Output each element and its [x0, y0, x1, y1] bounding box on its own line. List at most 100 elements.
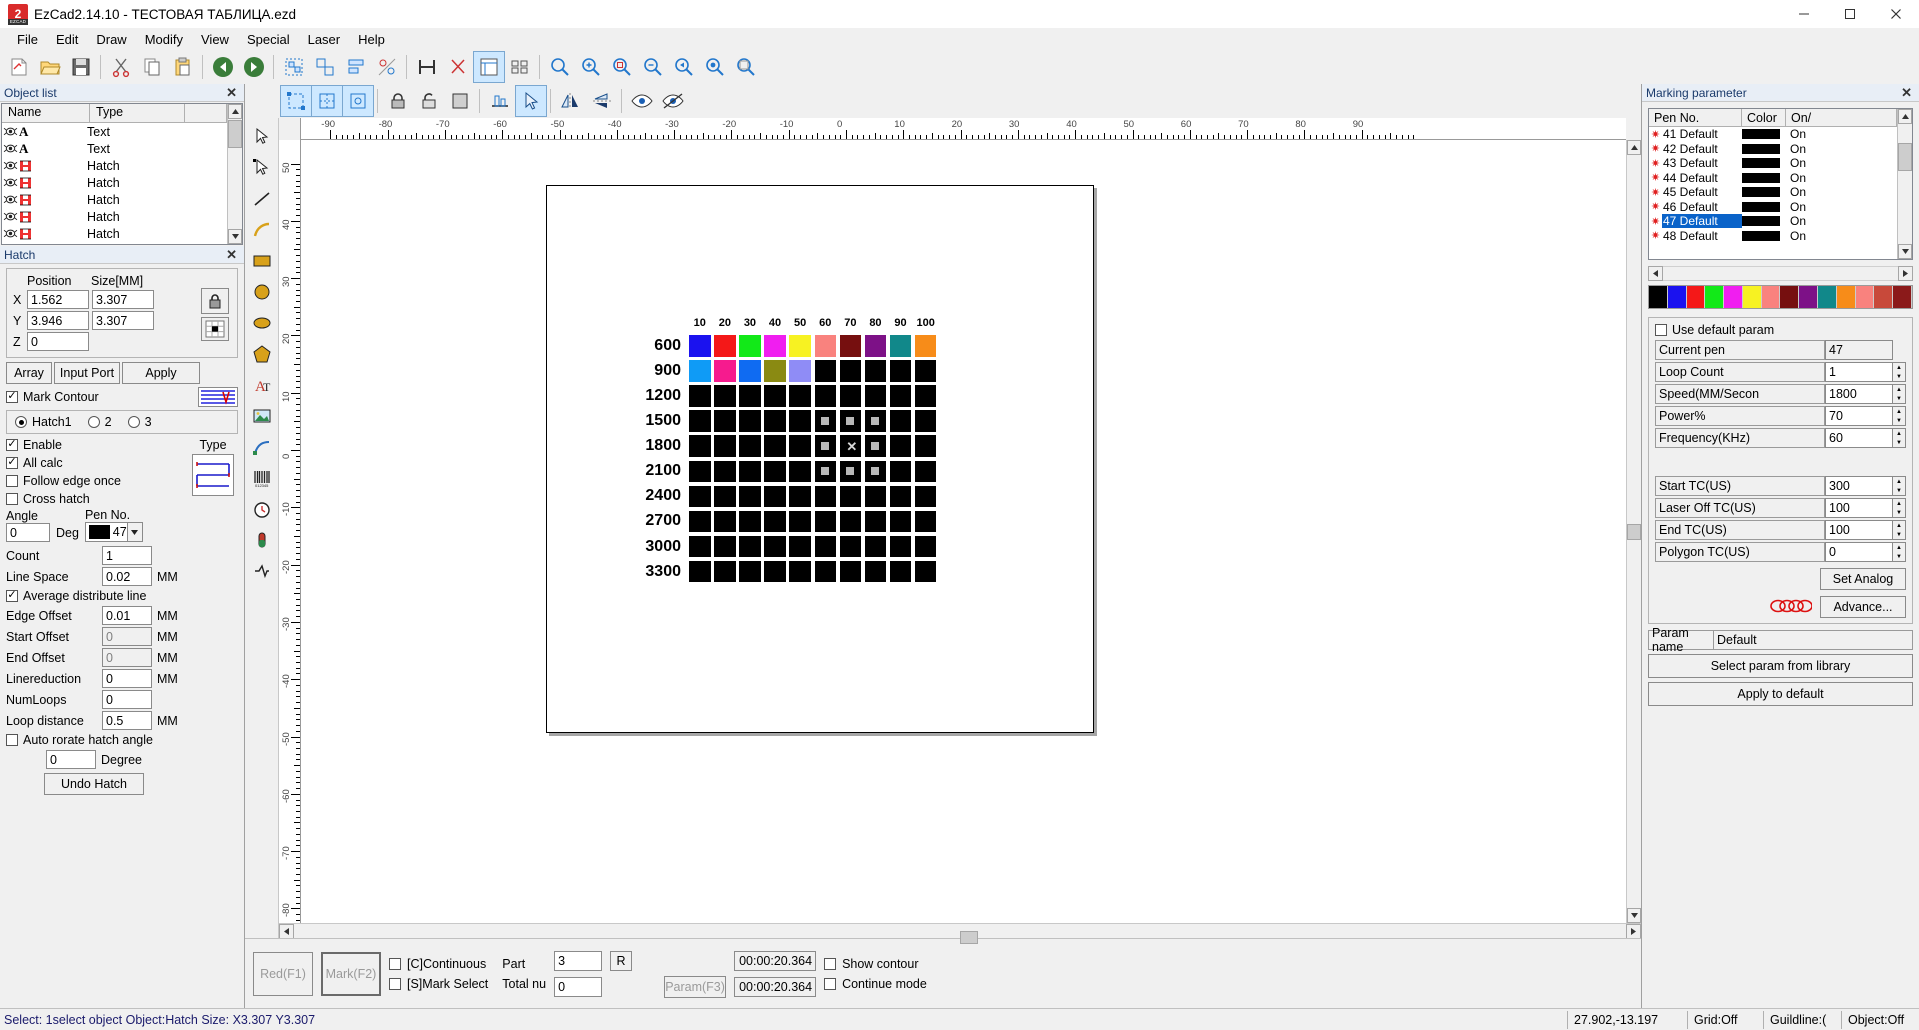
matrix-cell[interactable]	[689, 511, 711, 533]
zoom-out-icon[interactable]	[638, 52, 668, 82]
matrix-cell[interactable]	[915, 536, 937, 558]
selection-handle[interactable]	[821, 442, 829, 450]
continuous-row[interactable]: [C]Continuous	[389, 957, 488, 971]
eye-icon[interactable]	[2, 178, 19, 187]
matrix-cell[interactable]	[739, 385, 761, 407]
table-row[interactable]: AText	[2, 123, 227, 140]
apply-default-button[interactable]: Apply to default	[1648, 682, 1913, 706]
fill-icon[interactable]	[445, 86, 475, 116]
curve-icon[interactable]	[247, 215, 277, 245]
palette-swatch[interactable]	[1837, 286, 1856, 308]
close-button[interactable]	[1873, 0, 1919, 28]
lock-icon[interactable]	[201, 288, 229, 314]
degree-input[interactable]	[46, 750, 96, 769]
palette-swatch[interactable]	[1705, 286, 1724, 308]
matrix-cell[interactable]	[840, 385, 862, 407]
canvas-vertical-scrollbar[interactable]	[1626, 140, 1641, 923]
matrix-cell[interactable]	[764, 410, 786, 432]
set-analog-button[interactable]: Set Analog	[1820, 568, 1906, 590]
pen-list-row[interactable]: ✷46 DefaultOn	[1649, 200, 1897, 215]
markselect-checkbox[interactable]	[389, 978, 401, 990]
pen-list-row[interactable]: ✷43 DefaultOn	[1649, 156, 1897, 171]
rectangle-icon[interactable]	[247, 246, 277, 276]
matrix-cell[interactable]	[689, 461, 711, 483]
allcalc-row[interactable]: All calc	[0, 454, 182, 472]
ungroup-icon[interactable]	[310, 52, 340, 82]
matrix-cell[interactable]	[865, 511, 887, 533]
matrix-cell[interactable]	[739, 335, 761, 357]
apply-button[interactable]: Apply	[122, 362, 200, 384]
ellipse-icon[interactable]	[247, 308, 277, 338]
matrix-cell[interactable]	[739, 486, 761, 508]
followedge-row[interactable]: Follow edge once	[0, 472, 182, 490]
y-position-input[interactable]	[27, 311, 89, 330]
matrix-cell[interactable]	[915, 461, 937, 483]
eye-icon[interactable]	[2, 195, 19, 204]
pen-scroll-up-icon[interactable]	[1898, 109, 1912, 124]
zoom-selection-icon[interactable]	[607, 52, 637, 82]
matrix-cell[interactable]	[890, 335, 912, 357]
table-row[interactable]: Hatch	[2, 208, 227, 225]
matrix-cell[interactable]	[890, 435, 912, 457]
hatch2-radio-row[interactable]: 2	[88, 415, 112, 429]
object-list-close-icon[interactable]: ✕	[223, 85, 240, 101]
param-button[interactable]: Param(F3)	[664, 976, 726, 998]
palette-swatch[interactable]	[1743, 286, 1762, 308]
menu-laser[interactable]: Laser	[299, 30, 350, 49]
zoom-window-icon[interactable]	[731, 52, 761, 82]
laser-off-tc-spinner[interactable]: ▲▼	[1893, 498, 1906, 518]
eye-icon[interactable]	[2, 212, 19, 221]
matrix-cell[interactable]	[789, 435, 811, 457]
matrix-cell[interactable]	[789, 486, 811, 508]
selection-handle[interactable]	[871, 442, 879, 450]
zoom-fit-icon[interactable]	[700, 52, 730, 82]
hatch-pen-select[interactable]: 47	[85, 522, 143, 542]
pen-list-row[interactable]: ✷48 DefaultOn	[1649, 229, 1897, 244]
palette-swatch[interactable]	[1649, 286, 1668, 308]
hatch1-radio-row[interactable]: Hatch1	[15, 415, 72, 429]
table-row[interactable]: Hatch	[2, 157, 227, 174]
matrix-cell[interactable]	[714, 486, 736, 508]
showcontour-row[interactable]: Show contour	[824, 957, 927, 971]
array-button[interactable]: Array	[6, 362, 52, 384]
canvas-scroll-track-bottom[interactable]	[1627, 540, 1641, 909]
matrix-cell[interactable]	[714, 511, 736, 533]
matrix-cell[interactable]	[890, 461, 912, 483]
speed-value[interactable]: 1800	[1825, 384, 1893, 404]
matrix-cell[interactable]	[840, 486, 862, 508]
select-tool-icon[interactable]	[516, 86, 546, 116]
matrix-cell[interactable]	[789, 511, 811, 533]
mark-button[interactable]: Mark(F2)	[321, 952, 381, 996]
matrix-cell[interactable]	[714, 410, 736, 432]
count-input[interactable]	[102, 546, 152, 565]
select-param-button[interactable]: Select param from library	[1648, 654, 1913, 678]
pen-scrollbar-thumb[interactable]	[1898, 143, 1912, 171]
chevron-down-icon[interactable]	[127, 523, 142, 541]
continuemode-row[interactable]: Continue mode	[824, 977, 927, 991]
hatch3-radio-row[interactable]: 3	[128, 415, 152, 429]
vector-file-icon[interactable]	[247, 432, 277, 462]
palette-swatch[interactable]	[1724, 286, 1743, 308]
polygon-icon[interactable]	[247, 339, 277, 369]
matrix-cell[interactable]	[840, 335, 862, 357]
timer-icon[interactable]	[247, 494, 277, 524]
selection-handle[interactable]	[846, 467, 854, 475]
matrix-cell[interactable]	[815, 511, 837, 533]
matrix-cell[interactable]	[789, 385, 811, 407]
menu-view[interactable]: View	[192, 30, 238, 49]
open-file-icon[interactable]	[35, 52, 65, 82]
matrix-cell[interactable]	[689, 335, 711, 357]
unlock-icon[interactable]	[414, 86, 444, 116]
matrix-cell[interactable]	[815, 385, 837, 407]
show-icon[interactable]	[627, 86, 657, 116]
matrix-cell[interactable]	[689, 385, 711, 407]
menu-edit[interactable]: Edit	[47, 30, 87, 49]
marking-parameter-close-icon[interactable]: ✕	[1898, 85, 1915, 101]
start-tc-spinner[interactable]: ▲▼	[1893, 476, 1906, 496]
selection-handle[interactable]	[821, 467, 829, 475]
selection-handle[interactable]	[871, 467, 879, 475]
lock-icon[interactable]	[383, 86, 413, 116]
canvas-hscroll-thumb[interactable]	[960, 931, 978, 944]
canvas-scroll-down-icon[interactable]	[1627, 908, 1641, 923]
matrix-cell[interactable]	[764, 486, 786, 508]
